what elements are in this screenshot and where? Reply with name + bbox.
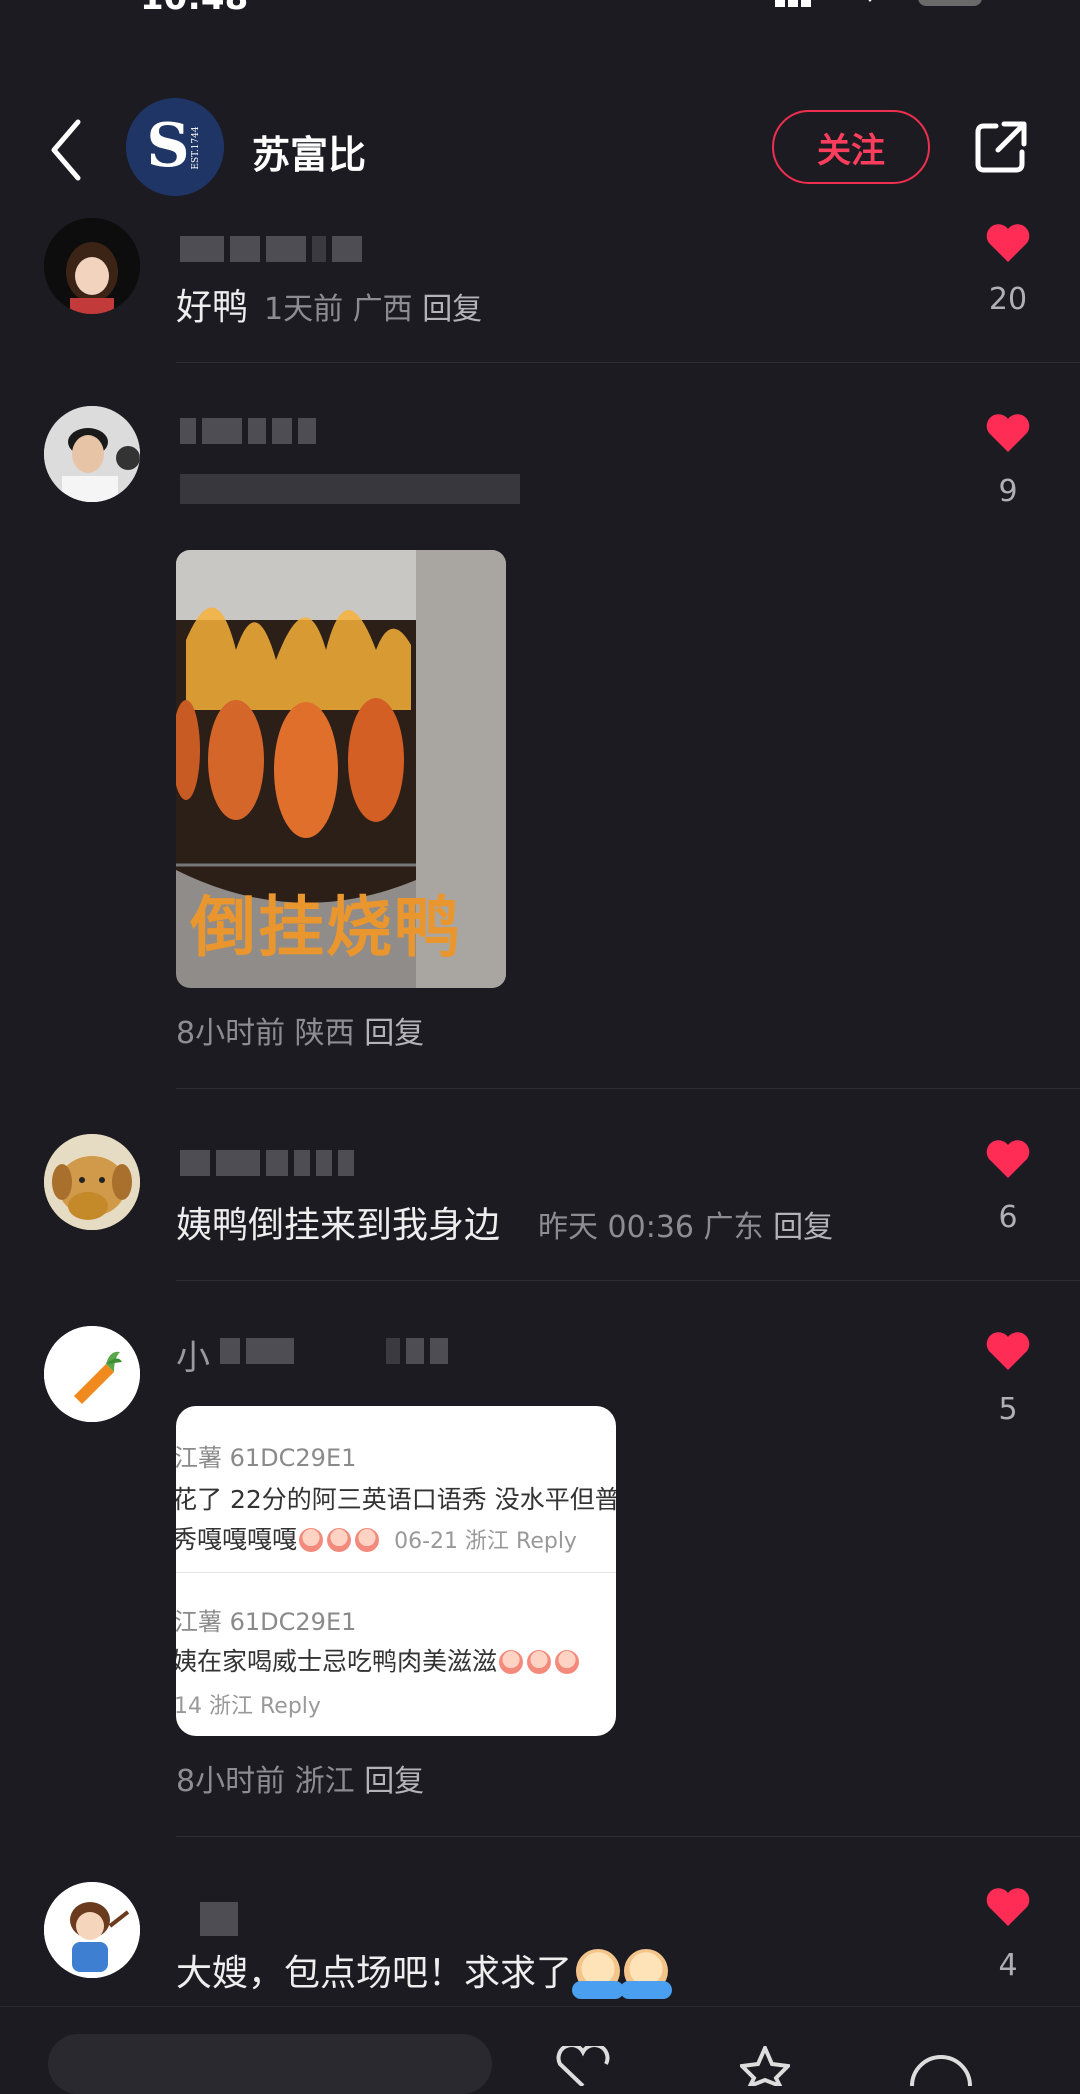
peach-emoji — [527, 1650, 552, 1674]
comment-meta: 1天前 广西 回复 — [264, 292, 483, 327]
commenter-avatar[interactable] — [44, 406, 140, 502]
screenshot-username: 江薯 61DC29E1 — [176, 1608, 357, 1636]
comment-meta: 8小时前 陕西 回复 — [176, 1016, 425, 1051]
share-icon[interactable] — [970, 116, 1032, 178]
divider — [176, 1836, 1080, 1837]
account-name[interactable]: 苏富比 — [252, 124, 366, 179]
comment-text: 大嫂，包点场吧！求求了 — [176, 1944, 673, 1999]
heart-outline-icon[interactable] — [548, 2046, 618, 2086]
avatar-est-text: EST.1744 — [191, 126, 201, 169]
commenter-name-redacted[interactable] — [180, 418, 322, 448]
like-count: 4 — [998, 1948, 1018, 1983]
commenter-name-redacted[interactable] — [180, 236, 368, 266]
divider — [176, 362, 1080, 363]
reply-link[interactable]: 回复 — [422, 292, 482, 327]
screenshot-divider — [176, 1572, 616, 1573]
comment-meta: 8小时前 浙江 回复 — [176, 1764, 425, 1799]
commenter-avatar[interactable] — [44, 1134, 140, 1230]
screenshot-meta: 14 浙江 Reply — [176, 1694, 321, 1719]
commenter-avatar[interactable] — [44, 1326, 140, 1422]
commenter-name-redacted[interactable] — [180, 1150, 360, 1180]
peach-emoji — [327, 1528, 352, 1552]
heart-icon[interactable] — [984, 1138, 1032, 1180]
avatar-letter: S — [146, 111, 189, 181]
peach-emoji — [299, 1528, 324, 1552]
heart-icon[interactable] — [984, 222, 1032, 264]
like-count: 20 — [988, 282, 1028, 317]
commenter-avatar[interactable] — [44, 218, 140, 314]
comment-meta: 昨天 00:36 广东 回复 — [538, 1210, 834, 1245]
reply-link[interactable]: 回复 — [364, 1016, 424, 1051]
wifi-icon — [868, 0, 872, 2]
comment-image-roast-duck[interactable]: 倒挂烧鸭 — [176, 550, 506, 988]
back-button[interactable] — [40, 110, 100, 190]
crying-emoji — [572, 1949, 625, 1999]
divider — [176, 1280, 1080, 1281]
heart-icon[interactable] — [984, 412, 1032, 454]
reply-link[interactable]: 回复 — [364, 1764, 424, 1799]
signal-icon — [775, 0, 825, 7]
screenshot-line: 秀嘎嘎嘎嘎 06-21 浙江 Reply — [176, 1525, 577, 1554]
commenter-name-redacted[interactable] — [220, 1338, 454, 1368]
peach-emoji — [355, 1528, 380, 1552]
reply-link[interactable]: 回复 — [773, 1210, 833, 1245]
like-count: 9 — [998, 474, 1018, 509]
bottom-bar-divider — [0, 2006, 1080, 2007]
battery-icon — [918, 0, 982, 6]
crying-emoji — [620, 1949, 673, 1999]
image-caption: 倒挂烧鸭 — [190, 889, 462, 966]
screenshot-text: 花了 22分的阿三英语口语秀 没水平但普 — [176, 1485, 616, 1514]
heart-icon[interactable] — [984, 1330, 1032, 1372]
screenshot-line: 姨在家喝威士忌吃鸭肉美滋滋 — [176, 1642, 581, 1678]
commenter-name-visible[interactable]: 小 — [176, 1330, 210, 1379]
screenshot-username: 江薯 61DC29E1 — [176, 1444, 357, 1472]
divider — [176, 1088, 1080, 1089]
comment-input[interactable] — [48, 2034, 492, 2094]
status-time: 10:48 — [140, 0, 248, 18]
heart-icon[interactable] — [984, 1886, 1032, 1928]
commenter-name-redacted[interactable] — [200, 1902, 244, 1936]
like-count: 5 — [998, 1392, 1018, 1427]
star-icon[interactable] — [740, 2046, 790, 2086]
account-avatar[interactable]: S EST.1744 — [126, 98, 224, 196]
comment-text: 姨鸭倒挂来到我身边 — [176, 1205, 501, 1246]
comment-text: 好鸭 — [176, 287, 249, 328]
comment-text-redacted — [180, 474, 526, 504]
commenter-avatar[interactable] — [44, 1882, 140, 1978]
follow-button[interactable]: 关注 — [772, 110, 930, 184]
comment-image-screenshot[interactable]: 江薯 61DC29E1 花了 22分的阿三英语口语秀 没水平但普 秀嘎嘎嘎嘎 0… — [176, 1406, 616, 1736]
comment-icon[interactable] — [906, 2046, 976, 2086]
peach-emoji — [555, 1650, 580, 1674]
like-count: 6 — [998, 1200, 1018, 1235]
peach-emoji — [499, 1650, 524, 1674]
